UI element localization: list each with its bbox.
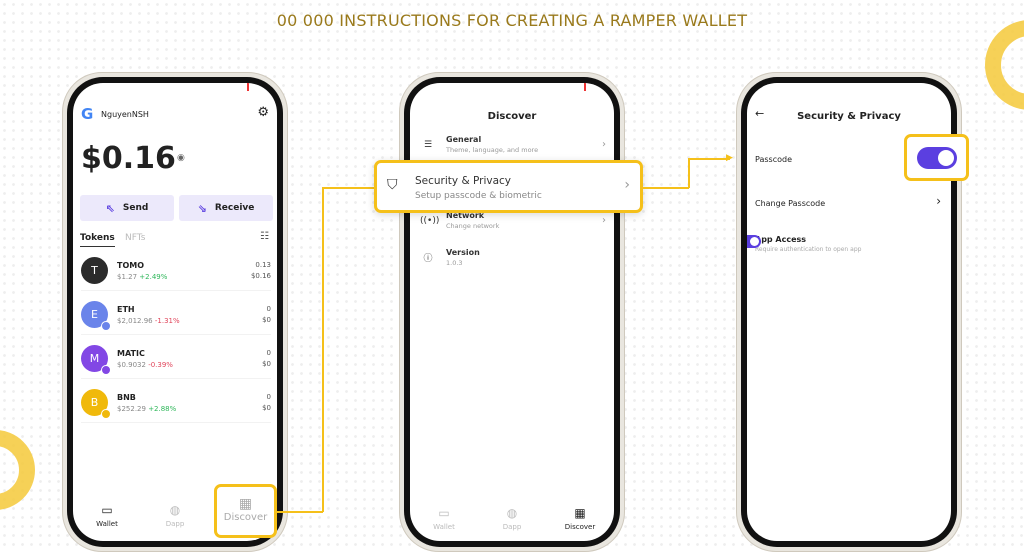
token-row[interactable]: M MATIC $0.9032 -0.39% 0 $0 xyxy=(81,339,271,379)
balance: $0.16 xyxy=(81,141,176,176)
nav-dapp[interactable]: ◍ Dapp xyxy=(487,506,537,531)
token-value: $0 xyxy=(262,403,271,412)
token-change: +2.88% xyxy=(148,404,177,413)
username: NguyenNSH xyxy=(101,110,149,119)
token-row[interactable]: E ETH $2,012.96 -1.31% 0 $0 xyxy=(81,295,271,335)
discover-title: Discover xyxy=(487,111,537,122)
nav-discover[interactable]: ▦Discover xyxy=(555,506,605,531)
token-row[interactable]: T TOMO $1.27 +2.49% 0.13 $0.16 xyxy=(81,251,271,291)
wallet-icon: ▭ xyxy=(101,503,113,517)
wallet-icon: ▭ xyxy=(438,506,450,520)
tab-nfts[interactable]: NFTs xyxy=(125,233,145,243)
network-icon: ((•)) xyxy=(420,215,440,226)
globe-icon: ◍ xyxy=(506,506,518,520)
chevron-right-icon: › xyxy=(624,177,630,193)
token-symbol: MATIC xyxy=(117,348,145,358)
decorative-ring xyxy=(0,430,35,510)
send-label: Send xyxy=(122,203,149,213)
token-value: $0.16 xyxy=(250,271,271,280)
receive-label: Receive xyxy=(214,203,255,213)
token-logo-icon: M xyxy=(81,345,111,375)
token-value: $0 xyxy=(262,315,271,324)
menu-general[interactable]: ☰ General Theme, language, and more › xyxy=(420,135,606,154)
token-amount: 0 xyxy=(266,348,271,357)
token-amount: 0 xyxy=(266,304,271,313)
shield-icon: ⛉ xyxy=(387,177,398,193)
phone-wallet: G NguyenNSH ⚙ $0.16 ◉ ⇖ Send ⇘ Receive Tok… xyxy=(62,72,288,552)
token-change: -1.31% xyxy=(154,316,180,325)
decorative-ring xyxy=(985,20,1024,110)
passcode-label: Passcode xyxy=(755,155,792,164)
token-row[interactable]: B BNB $252.29 +2.88% 0 $0 xyxy=(81,383,271,423)
passcode-toggle[interactable] xyxy=(917,147,957,169)
chevron-right-icon[interactable]: › xyxy=(936,194,941,208)
sliders-icon: ☰ xyxy=(423,139,433,150)
menu-network[interactable]: ((•)) Network Change network › xyxy=(420,211,606,230)
google-icon: G xyxy=(81,105,94,123)
grid-icon: ▦ xyxy=(238,495,253,511)
filter-icon[interactable]: ☷ xyxy=(260,231,269,242)
token-symbol: BNB xyxy=(117,392,136,402)
security-title: Security & Privacy xyxy=(797,111,901,122)
security-privacy-highlight[interactable]: ⛉ Security & Privacy Setup passcode & bi… xyxy=(374,160,643,213)
token-logo-icon: E xyxy=(81,301,111,331)
chevron-right-icon: › xyxy=(602,139,606,150)
passcode-highlight xyxy=(904,134,969,181)
settings-icon[interactable]: ⚙ xyxy=(257,105,269,120)
discover-highlight[interactable]: ▦ Discover xyxy=(214,484,277,538)
token-value: $0 xyxy=(262,359,271,368)
nav-dapp[interactable]: ◍ Dapp xyxy=(150,503,200,531)
globe-icon: ◍ xyxy=(169,503,181,517)
token-symbol: TOMO xyxy=(117,260,145,270)
grid-icon: ▦ xyxy=(574,506,586,520)
token-logo-icon: B xyxy=(81,389,111,419)
token-amount: 0 xyxy=(266,392,271,401)
nav-wallet[interactable]: ▭ Wallet xyxy=(82,503,132,531)
eye-icon[interactable]: ◉ xyxy=(177,153,185,163)
token-change: -0.39% xyxy=(148,360,173,369)
info-icon: ⓘ xyxy=(423,254,433,264)
change-passcode[interactable]: Change Passcode xyxy=(755,199,825,208)
token-amount: 0.13 xyxy=(255,260,271,269)
page-title: 00 000 INSTRUCTIONS FOR CREATING A RAMPE… xyxy=(276,11,748,30)
phone-discover: Discover ☰ General Theme, language, and mo… xyxy=(399,72,625,552)
send-button[interactable]: ⇖ Send xyxy=(80,195,174,221)
token-price: $0.9032 xyxy=(117,360,146,369)
nav-wallet[interactable]: ▭ Wallet xyxy=(419,506,469,531)
bottom-nav: ▭Wallet ◍Dapp ▦Discover xyxy=(410,506,614,531)
arrow-up-left-icon: ⇖ xyxy=(105,201,115,215)
chevron-right-icon: › xyxy=(602,215,606,226)
app-access-toggle[interactable] xyxy=(747,235,761,248)
arrow-down-right-icon: ⇘ xyxy=(197,201,207,215)
receive-button[interactable]: ⇘ Receive xyxy=(179,195,273,221)
token-price: $1.27 xyxy=(117,272,138,281)
token-price: $2,012.96 xyxy=(117,316,153,325)
app-access-label: App Access xyxy=(755,235,807,244)
token-price: $252.29 xyxy=(117,404,146,413)
token-symbol: ETH xyxy=(117,304,135,314)
tab-tokens[interactable]: Tokens xyxy=(80,233,115,247)
menu-version: ⓘ Version 1.0.3 xyxy=(420,248,606,267)
token-logo-icon: T xyxy=(81,257,108,284)
app-access-sub: Require authentication to open app xyxy=(755,246,862,253)
token-change: +2.49% xyxy=(139,272,168,281)
